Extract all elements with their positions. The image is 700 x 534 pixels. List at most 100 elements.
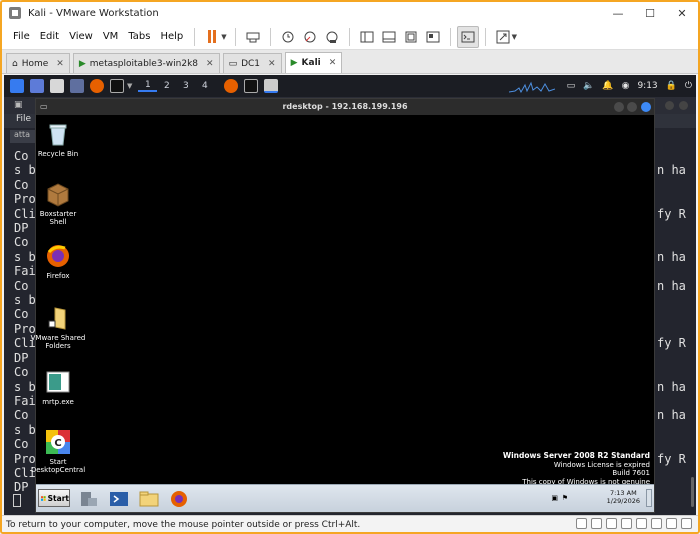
- desktop-icon-desktopcentral[interactable]: C Start DesktopCentral: [28, 429, 88, 474]
- terminal-icon: ▣: [14, 100, 23, 110]
- snapshot-button[interactable]: [277, 26, 299, 48]
- tab-metasploitable3[interactable]: ▶ metasploitable3-win2k8 ✕: [72, 53, 220, 73]
- recycle-bin-icon: [45, 121, 71, 147]
- tray-clock[interactable]: 7:13 AM 1/29/2026: [607, 489, 640, 505]
- start-label: Start: [47, 493, 69, 503]
- terminal-line-tail: n ha: [657, 408, 686, 423]
- menu-edit[interactable]: Edit: [35, 31, 64, 42]
- full-screen-icon[interactable]: [681, 518, 692, 529]
- firefox-window-icon[interactable]: [224, 79, 239, 93]
- menu-file[interactable]: File: [8, 31, 35, 42]
- network-adapter-icon[interactable]: [606, 518, 617, 529]
- workspace-3[interactable]: 3: [176, 81, 195, 91]
- workspace-1[interactable]: 1: [138, 80, 158, 92]
- windows-logo-icon: [41, 495, 46, 501]
- tab-dc1[interactable]: ▭ DC1 ✕: [222, 53, 282, 73]
- toolbar-separator: [484, 27, 486, 46]
- vmware-window: Kali - VMware Workstation — ☐ ✕ File Edi…: [0, 0, 700, 534]
- unity-button[interactable]: [422, 26, 444, 48]
- window-title: Kali - VMware Workstation: [28, 7, 159, 19]
- tray-network-icon[interactable]: ▣: [551, 494, 558, 502]
- workspace-4[interactable]: 4: [195, 81, 214, 91]
- show-thumbnail-button[interactable]: [378, 26, 400, 48]
- terminal-icon[interactable]: [110, 79, 124, 93]
- kali-menu-icon[interactable]: [10, 79, 24, 93]
- minimize-icon[interactable]: [665, 101, 674, 110]
- rdesktop-window-icon[interactable]: [264, 79, 279, 93]
- notification-bell-icon[interactable]: 🔔: [602, 81, 613, 91]
- watermark-license: Windows License is expired: [553, 460, 650, 469]
- maximize-icon[interactable]: [679, 101, 688, 110]
- terminal-window-icon[interactable]: [244, 79, 259, 93]
- close-icon[interactable]: [641, 102, 651, 112]
- maximize-button[interactable]: ☐: [634, 2, 666, 24]
- panel-tray: ▭ 🔈 🔔 ◉ 9:13 🔒 ⏻: [508, 75, 692, 97]
- lock-icon[interactable]: 🔒: [666, 81, 677, 91]
- menu-help[interactable]: Help: [155, 31, 188, 42]
- close-icon[interactable]: ✕: [206, 59, 214, 69]
- stretch-dropdown-icon[interactable]: ▼: [512, 33, 517, 41]
- message-log-icon[interactable]: [666, 518, 677, 529]
- usb-icon[interactable]: [621, 518, 632, 529]
- show-library-button[interactable]: [356, 26, 378, 48]
- menu-view[interactable]: View: [64, 31, 98, 42]
- minimize-button[interactable]: —: [602, 2, 634, 24]
- show-desktop-button[interactable]: [646, 489, 652, 507]
- close-button[interactable]: ✕: [666, 2, 698, 24]
- text-editor-icon[interactable]: [70, 79, 84, 93]
- file-manager-icon[interactable]: [50, 79, 64, 93]
- powershell-icon[interactable]: [108, 488, 130, 510]
- firefox-taskbar-icon[interactable]: [168, 488, 190, 510]
- stretch-guest-button[interactable]: [492, 26, 514, 48]
- server-manager-icon[interactable]: [78, 488, 100, 510]
- volume-icon[interactable]: 🔈: [583, 81, 594, 91]
- desktop-icon-mrtp[interactable]: mrtp.exe: [28, 369, 88, 406]
- cd-drive-icon[interactable]: [591, 518, 602, 529]
- tab-home[interactable]: ⌂ Home ✕: [6, 53, 70, 73]
- sound-card-icon[interactable]: [636, 518, 647, 529]
- menu-vm[interactable]: VM: [98, 31, 123, 42]
- desktop-icon-vmware-shared-folders[interactable]: VMware Shared Folders: [28, 305, 88, 350]
- desktop-icon-label: mrtp.exe: [42, 398, 74, 406]
- start-button[interactable]: Start: [38, 489, 70, 507]
- close-icon[interactable]: ✕: [329, 58, 337, 68]
- windows-taskbar: Start ▣ ⚑ 7:13 AM 1/29/2026: [36, 484, 654, 512]
- maximize-icon[interactable]: [627, 102, 637, 112]
- close-icon[interactable]: ✕: [56, 59, 64, 69]
- chevron-down-icon[interactable]: ▼: [127, 82, 132, 90]
- console-view-button[interactable]: [456, 25, 479, 48]
- snapshot-manager-button[interactable]: [321, 26, 343, 48]
- vmware-logo-icon: [9, 7, 21, 19]
- tab-kali[interactable]: ▶ Kali ✕: [284, 52, 343, 73]
- vm-tab-bar: ⌂ Home ✕ ▶ metasploitable3-win2k8 ✕ ▭ DC…: [2, 50, 698, 74]
- send-ctrl-alt-del-button[interactable]: [242, 26, 264, 48]
- explorer-icon[interactable]: [138, 488, 160, 510]
- display-icon[interactable]: [651, 518, 662, 529]
- revert-snapshot-button[interactable]: [299, 26, 321, 48]
- pause-dropdown-icon[interactable]: ▼: [221, 33, 226, 41]
- power-icon[interactable]: ⏻: [685, 81, 692, 91]
- vm-running-icon: ▶: [78, 58, 86, 69]
- workspace-2[interactable]: 2: [157, 81, 176, 91]
- close-icon[interactable]: ✕: [268, 59, 276, 69]
- rdesktop-window[interactable]: ▭ rdesktop - 192.168.199.196 Recycle Bin…: [31, 98, 655, 513]
- menu-tabs[interactable]: Tabs: [123, 31, 155, 42]
- display-icon[interactable]: ▭: [567, 81, 576, 91]
- pause-button[interactable]: [201, 26, 223, 48]
- hard-disk-icon[interactable]: [576, 518, 587, 529]
- power-status-icon[interactable]: ◉: [622, 81, 630, 91]
- full-screen-button[interactable]: [400, 26, 422, 48]
- terminal-line-tail: [657, 394, 686, 408]
- desktop-icon[interactable]: [30, 79, 44, 93]
- firefox-icon[interactable]: [90, 79, 104, 93]
- terminal-scrollbar[interactable]: [691, 477, 694, 507]
- desktop-icon-firefox[interactable]: Firefox: [28, 243, 88, 280]
- minimize-icon[interactable]: [614, 102, 624, 112]
- desktop-icon-recycle-bin[interactable]: Recycle Bin: [28, 121, 88, 158]
- tray-action-center-icon[interactable]: ⚑: [562, 494, 568, 502]
- desktop-icon-boxstarter[interactable]: Boxstarter Shell: [28, 181, 88, 226]
- rdesktop-title-bar[interactable]: ▭ rdesktop - 192.168.199.196: [36, 99, 654, 115]
- snapshot-manager-icon: [326, 31, 338, 43]
- panel-clock[interactable]: 9:13: [637, 81, 657, 91]
- terminal-line-tail: n ha: [657, 163, 686, 178]
